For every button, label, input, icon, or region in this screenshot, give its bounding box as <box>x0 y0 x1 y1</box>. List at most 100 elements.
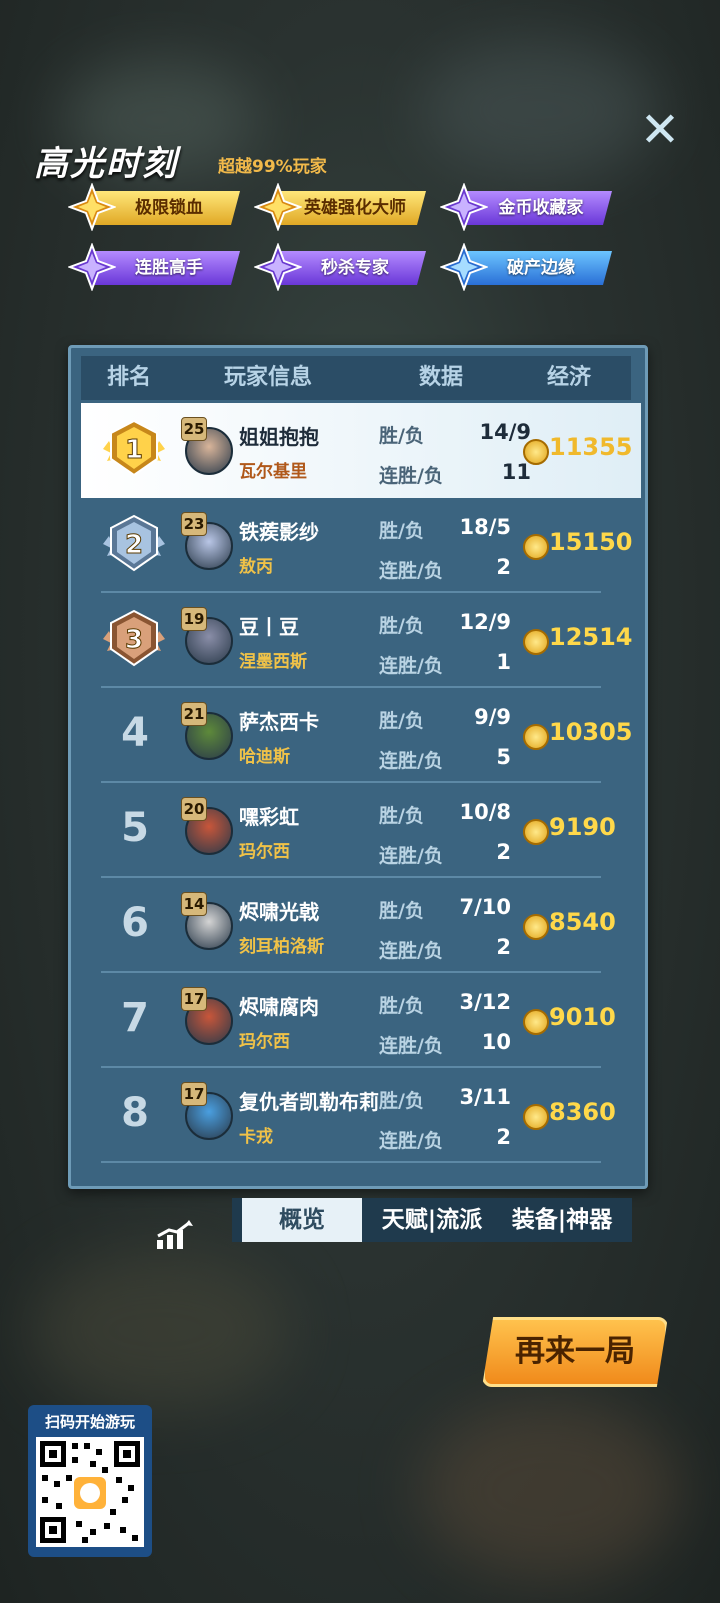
streak-label: 连胜/负 <box>379 1035 443 1057</box>
qr-panel: 扫码开始游玩 <box>28 1405 152 1557</box>
highlight-subtitle: 超越99%玩家 <box>218 157 327 177</box>
header-player: 玩家信息 <box>224 365 313 390</box>
tab-bar: 概览 天赋|流派 装备|神器 <box>232 1198 632 1242</box>
winloss-label: 胜/负 <box>379 1090 424 1112</box>
winloss-label: 胜/负 <box>379 520 424 542</box>
winloss-label: 胜/负 <box>379 615 424 637</box>
badge-4: 秒杀专家 <box>254 243 426 291</box>
table-row[interactable]: 1 25 姐姐抱抱 瓦尔基里 胜/负 14/9 连胜/负 11 11355 <box>81 403 641 498</box>
gold-value: 9010 <box>549 1003 616 1031</box>
header-rank: 排名 <box>107 365 152 390</box>
header-economy: 经济 <box>547 365 592 390</box>
coin-icon <box>523 534 549 560</box>
coin-icon <box>523 724 549 750</box>
winloss-label: 胜/负 <box>379 425 424 447</box>
level-badge: 21 <box>181 702 207 726</box>
badge-3: 连胜高手 <box>68 243 240 291</box>
table-row[interactable]: 3 19 豆丨豆 涅墨西斯 胜/负 12/9 连胜/负 1 12514 <box>81 593 633 688</box>
coin-icon <box>523 819 549 845</box>
stats-chart-icon[interactable] <box>155 1220 195 1250</box>
badge-label: 破产边缘 <box>507 258 575 278</box>
gold-value: 10305 <box>549 718 633 746</box>
table-row[interactable]: 4 21 萨杰西卡哈迪斯 胜/负 9/9 连胜/负 5 10305 <box>81 688 633 783</box>
close-button[interactable]: ✕ <box>638 106 682 154</box>
rank-number: 1 <box>125 435 143 465</box>
level-badge: 17 <box>181 1082 207 1106</box>
player-name: 萨杰西卡 <box>239 710 319 734</box>
streak-label: 连胜/负 <box>379 560 443 582</box>
background-blur <box>420 40 660 180</box>
winloss-value: 14/9 <box>479 420 531 444</box>
winloss-value: 18/5 <box>459 515 511 539</box>
rank-number: 6 <box>121 900 149 946</box>
badge-star-icon <box>68 183 116 231</box>
rank-medal-icon: 2 <box>103 514 165 572</box>
level-badge: 17 <box>181 987 207 1011</box>
winloss-label: 胜/负 <box>379 805 424 827</box>
gold-value: 8540 <box>549 908 616 936</box>
streak-value: 2 <box>496 935 511 959</box>
winloss-value: 9/9 <box>474 705 511 729</box>
streak-label: 连胜/负 <box>379 750 443 772</box>
streak-label: 连胜/负 <box>379 1130 443 1152</box>
badge-label: 连胜高手 <box>135 258 203 278</box>
header-data: 数据 <box>419 365 464 390</box>
hero-name: 哈迪斯 <box>239 747 290 767</box>
badge-star-icon <box>440 243 488 291</box>
streak-label: 连胜/负 <box>379 845 443 867</box>
streak-value: 11 <box>501 460 531 484</box>
streak-value: 2 <box>496 555 511 579</box>
winloss-label: 胜/负 <box>379 710 424 732</box>
streak-value: 10 <box>481 1030 511 1054</box>
badge-star-icon <box>254 183 302 231</box>
player-name: 复仇者凯勒布莉 <box>239 1090 379 1114</box>
winloss-value: 10/8 <box>459 800 511 824</box>
player-name: 烬啸光戟 <box>239 900 319 924</box>
badge-5: 破产边缘 <box>440 243 612 291</box>
table-row[interactable]: 7 17 烬啸腐肉 玛尔西 胜/负 3/12 连胜/负 10 9010 <box>81 973 621 1068</box>
player-name: 豆丨豆 <box>239 615 299 639</box>
streak-value: 1 <box>496 650 511 674</box>
winloss-value: 7/10 <box>459 895 511 919</box>
row-divider <box>101 1161 601 1163</box>
table-row[interactable]: 5 20 嘿彩虹 玛尔西 胜/负 10/8 连胜/负 2 9190 <box>81 783 621 878</box>
gold-value: 12514 <box>549 623 633 651</box>
winloss-value: 12/9 <box>459 610 511 634</box>
rank-number: 7 <box>121 995 149 1041</box>
level-badge: 14 <box>181 892 207 916</box>
rank-medal-icon: 1 <box>103 419 165 477</box>
player-name: 嘿彩虹 <box>239 805 299 829</box>
coin-icon <box>523 1104 549 1130</box>
streak-label: 连胜/负 <box>379 465 443 487</box>
table-row[interactable]: 8 17 复仇者凯勒布莉 卡戎 胜/负 3/11 连胜/负 2 8360 <box>81 1068 621 1163</box>
badge-star-icon <box>254 243 302 291</box>
winloss-value: 3/12 <box>459 990 511 1014</box>
hero-name: 敖丙 <box>239 557 273 577</box>
badge-0: 极限锁血 <box>68 183 240 231</box>
table-header: 排名 玩家信息 数据 经济 <box>81 356 631 400</box>
gold-value: 8360 <box>549 1098 616 1126</box>
table-row[interactable]: 6 14 烬啸光戟 刻耳柏洛斯 胜/负 7/10 连胜/负 2 8540 <box>81 878 621 973</box>
table-row[interactable]: 2 23 铁蒺影纱 敖丙 胜/负 18/5 连胜/负 2 15150 <box>81 498 633 593</box>
rank-number: 4 <box>121 710 149 756</box>
tab-overview[interactable]: 概览 <box>242 1198 362 1242</box>
badge-star-icon <box>440 183 488 231</box>
gold-value: 11355 <box>549 433 633 461</box>
highlight-title: 高光时刻 <box>34 144 178 184</box>
coin-icon <box>523 1009 549 1035</box>
coin-icon <box>523 914 549 940</box>
level-badge: 19 <box>181 607 207 631</box>
qr-code <box>36 1437 144 1547</box>
player-name: 姐姐抱抱 <box>239 425 319 449</box>
player-name: 铁蒺影纱 <box>239 520 319 544</box>
hero-name: 玛尔西 <box>239 1032 290 1052</box>
tab-talent[interactable]: 天赋|流派 <box>372 1198 492 1242</box>
streak-value: 5 <box>496 745 511 769</box>
badge-2: 金币收藏家 <box>440 183 612 231</box>
tab-equip[interactable]: 装备|神器 <box>502 1198 622 1242</box>
winloss-value: 3/11 <box>459 1085 511 1109</box>
badge-label: 金币收藏家 <box>498 198 584 218</box>
play-again-button[interactable]: 再来一局 <box>482 1317 668 1387</box>
level-badge: 23 <box>181 512 207 536</box>
background-blur <box>30 1250 290 1410</box>
